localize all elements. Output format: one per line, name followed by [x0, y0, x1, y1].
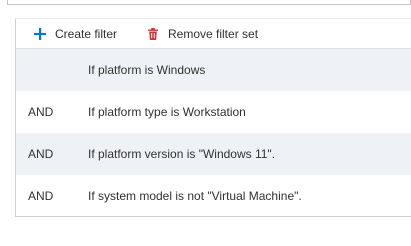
filter-condition: If platform version is "Windows 11". — [88, 147, 276, 161]
remove-filter-set-button[interactable]: Remove filter set — [146, 25, 258, 43]
top-input-field-edge[interactable] — [7, 0, 411, 5]
create-filter-button[interactable]: Create filter — [33, 25, 117, 43]
create-filter-label: Create filter — [55, 27, 118, 41]
filter-row[interactable]: If platform is Windows — [16, 49, 411, 91]
filter-set-panel: Create filter Remove filter set If platf… — [15, 18, 411, 217]
filter-row[interactable]: AND If platform version is "Windows 11". — [16, 133, 411, 175]
filter-operator: AND — [28, 189, 54, 203]
filter-operator: AND — [28, 147, 54, 161]
filter-condition: If system model is not "Virtual Machine"… — [88, 189, 302, 203]
remove-filter-set-label: Remove filter set — [168, 27, 259, 41]
filter-condition: If platform type is Workstation — [88, 105, 246, 119]
plus-icon — [34, 28, 46, 40]
filter-list: If platform is Windows AND If platform t… — [16, 49, 411, 217]
filter-row[interactable]: AND If system model is not "Virtual Mach… — [16, 175, 411, 217]
filter-toolbar: Create filter Remove filter set — [16, 19, 411, 49]
filter-row[interactable]: AND If platform type is Workstation — [16, 91, 411, 133]
trash-icon — [148, 28, 158, 40]
filter-condition: If platform is Windows — [88, 63, 206, 77]
filter-set-page: Create filter Remove filter set If platf… — [0, 0, 411, 246]
filter-operator: AND — [28, 105, 54, 119]
